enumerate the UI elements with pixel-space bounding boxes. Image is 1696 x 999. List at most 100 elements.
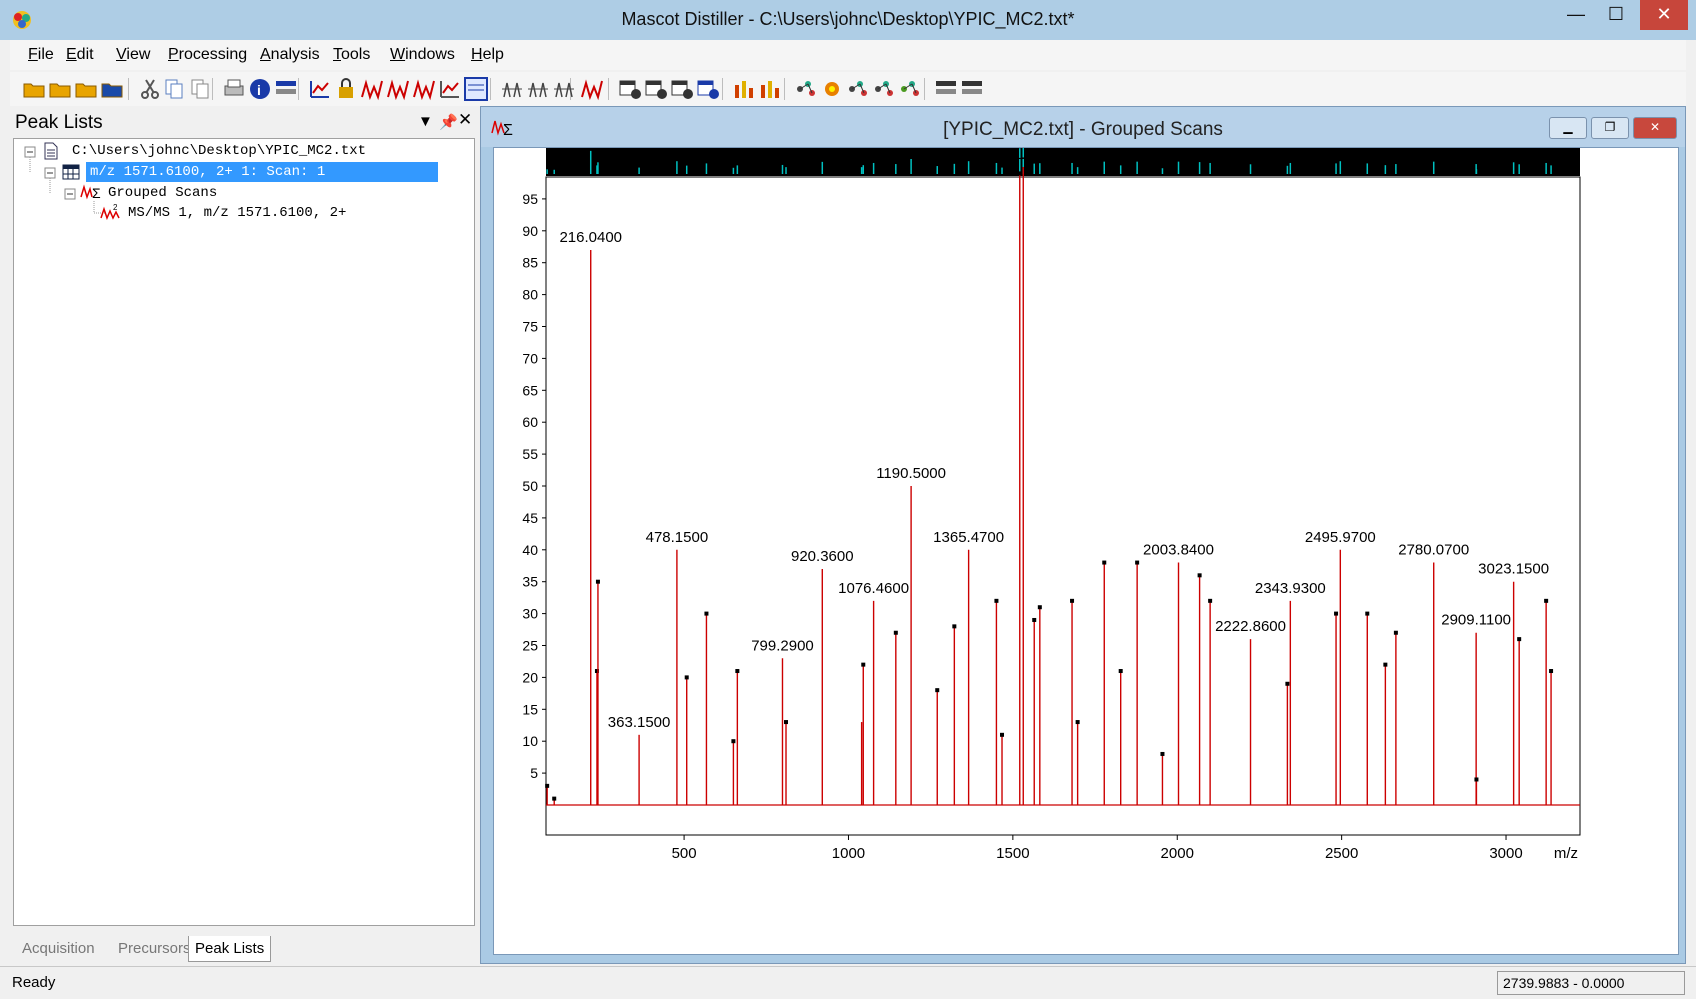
title-bar: Mascot Distiller - C:\Users\johnc\Deskto… xyxy=(0,0,1696,40)
tab-peak-lists[interactable]: Peak Lists xyxy=(188,936,272,962)
cut-icon[interactable] xyxy=(138,77,162,101)
menu-processing[interactable]: Processing xyxy=(168,46,247,64)
x-tick-label: 2500 xyxy=(1325,845,1358,862)
peak-marker xyxy=(731,739,736,744)
tree-item-file[interactable]: C:\Users\johnc\Desktop\YPIC_MC2.txt xyxy=(72,141,366,161)
y-tick-label: 25 xyxy=(522,638,538,654)
peak-marker xyxy=(1544,598,1549,603)
peak-marker xyxy=(952,624,957,629)
menu-file[interactable]: File xyxy=(28,46,54,64)
peak-marker xyxy=(784,720,789,725)
menu-bar: File Edit View Processing Analysis Tools Windo… xyxy=(10,40,1686,70)
molecule-icon[interactable] xyxy=(794,77,818,101)
list2-icon[interactable] xyxy=(960,77,984,101)
lock-icon[interactable] xyxy=(334,77,358,101)
save-icon[interactable] xyxy=(100,77,124,101)
checklist-icon[interactable] xyxy=(274,77,298,101)
burst-icon[interactable] xyxy=(820,77,844,101)
tree-item-scan[interactable]: m/z 1571.6100, 2+ 1: Scan: 1 xyxy=(86,162,438,182)
peak-label: 216.0400 xyxy=(559,229,622,246)
bar-chart-icon[interactable] xyxy=(732,77,756,101)
child-close-button[interactable]: ✕ xyxy=(1633,117,1677,139)
peak-marker xyxy=(1160,751,1165,756)
peak-marker xyxy=(1208,598,1213,603)
menu-analysis[interactable]: Analysis xyxy=(260,46,320,64)
print-icon[interactable] xyxy=(222,77,246,101)
peak-lists-panel: Peak Lists ▼ 📌 ✕ C:\Users\johnc\Desktop\… xyxy=(10,106,475,964)
tab-precursors[interactable]: Precursors xyxy=(112,936,197,962)
peak-marker xyxy=(1474,777,1479,782)
y-tick-label: 60 xyxy=(522,414,538,430)
x-tick-label: 2000 xyxy=(1161,845,1194,862)
peak-marker xyxy=(552,796,557,801)
spectrum-chart[interactable]: 5 10 15 20 25 30 35 40 45 50 55 60 65 70 75 80 85 90 95 500… xyxy=(494,142,1680,956)
peak-marker xyxy=(1517,637,1522,642)
table-run-icon[interactable] xyxy=(670,77,694,101)
peak-label: 1531.6200 xyxy=(988,148,1059,163)
spectrum-view-icon[interactable] xyxy=(464,77,488,101)
tree-item-grouped-scans[interactable]: Grouped Scans xyxy=(108,183,217,203)
align-icon[interactable] xyxy=(500,77,524,101)
peak-marker xyxy=(545,783,550,788)
table-export-icon[interactable] xyxy=(696,77,720,101)
list-icon[interactable] xyxy=(934,77,958,101)
document-icon xyxy=(44,142,58,160)
peak-label: 3023.1500 xyxy=(1478,561,1549,578)
peak-label: 2780.0700 xyxy=(1398,542,1469,559)
plot-frame xyxy=(545,176,1581,836)
menu-view[interactable]: View xyxy=(116,46,150,64)
peak-label: 920.3600 xyxy=(791,548,854,565)
tab-acquisition[interactable]: Acquisition xyxy=(16,936,101,962)
cursor-coordinates: 2739.9883 - 0.0000 xyxy=(1497,971,1685,995)
info-icon[interactable]: i xyxy=(248,77,272,101)
peak-marker xyxy=(1365,611,1370,616)
x-tick-label: 1000 xyxy=(832,845,865,862)
peaks-icon[interactable] xyxy=(360,77,384,101)
cluster-icon[interactable] xyxy=(898,77,922,101)
menu-help[interactable]: Help xyxy=(471,46,504,64)
maximize-button[interactable]: ☐ xyxy=(1596,0,1636,30)
x-axis-label: m/z xyxy=(1554,845,1578,862)
tree-item-msms[interactable]: MS/MS 1, m/z 1571.6100, 2+ xyxy=(128,203,346,223)
close-button[interactable]: ✕ xyxy=(1640,0,1688,30)
chain-icon[interactable] xyxy=(846,77,870,101)
open-folder-icon[interactable] xyxy=(74,77,98,101)
spectrum-plot[interactable]: 5 10 15 20 25 30 35 40 45 50 55 60 65 70 75 80 85 90 95 500… xyxy=(493,142,1680,956)
menu-edit[interactable]: Edit xyxy=(66,46,94,64)
toolbar-separator xyxy=(722,78,723,100)
bar-chart2-icon[interactable] xyxy=(758,77,782,101)
y-tick-label: 90 xyxy=(522,223,538,239)
pin-icon[interactable]: 📌 xyxy=(439,113,458,131)
peak-down-icon[interactable] xyxy=(412,77,436,101)
chart-icon[interactable] xyxy=(308,77,332,101)
open-icon[interactable] xyxy=(48,77,72,101)
peak-marker xyxy=(1017,171,1022,176)
delete-peaks-icon[interactable] xyxy=(580,77,604,101)
new-icon[interactable] xyxy=(22,77,46,101)
child-window-title: [YPIC_MC2.txt] - Grouped Scans xyxy=(943,119,1223,140)
menu-windows[interactable]: Windows xyxy=(390,46,455,64)
refresh-icon[interactable] xyxy=(438,77,462,101)
svg-text:i: i xyxy=(257,82,261,98)
panel-close-icon[interactable]: ✕ xyxy=(458,110,472,130)
child-restore-button[interactable]: ❐ xyxy=(1591,117,1629,139)
child-minimize-button[interactable]: ▁ xyxy=(1549,117,1587,139)
peak-up-icon[interactable] xyxy=(386,77,410,101)
window-title: Mascot Distiller - C:\Users\johnc\Deskto… xyxy=(621,9,1075,29)
align3-icon[interactable] xyxy=(552,77,576,101)
peak-label: 2222.8600 xyxy=(1215,618,1286,635)
paste-icon[interactable] xyxy=(188,77,212,101)
align2-icon[interactable] xyxy=(526,77,550,101)
toolbar-separator xyxy=(128,78,129,100)
peak-label: 2343.9300 xyxy=(1255,580,1326,597)
table-add-icon[interactable] xyxy=(618,77,642,101)
chain2-icon[interactable] xyxy=(872,77,896,101)
table-settings-icon[interactable] xyxy=(644,77,668,101)
grouped-scans-icon: Σ xyxy=(80,184,101,201)
copy-icon[interactable] xyxy=(162,77,186,101)
panel-dropdown-icon[interactable]: ▼ xyxy=(418,113,433,130)
x-tick-label: 1500 xyxy=(996,845,1029,862)
minimize-button[interactable]: — xyxy=(1556,0,1596,30)
menu-tools[interactable]: Tools xyxy=(333,46,370,64)
peak-marker xyxy=(1383,662,1388,667)
